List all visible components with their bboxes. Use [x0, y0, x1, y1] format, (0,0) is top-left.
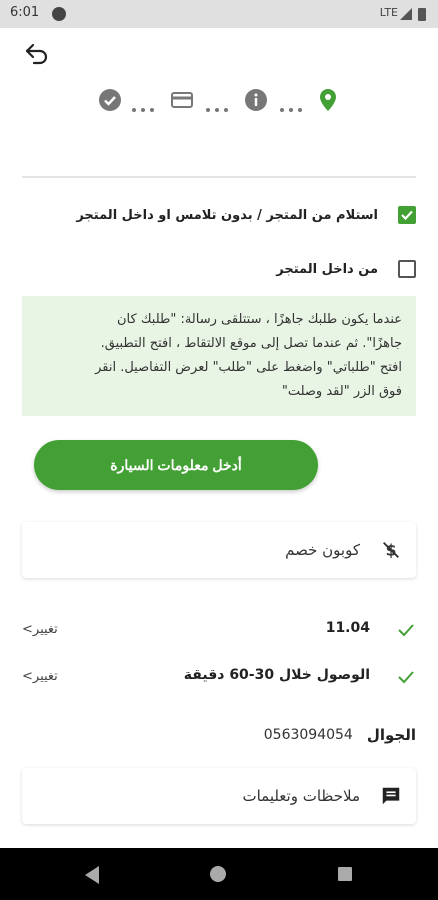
pickup-time-value: 11.04	[325, 620, 370, 636]
info-line: عندما يكون طلبك جاهزًا ، ستتلقى رسالة: "…	[116, 312, 402, 327]
option-inside-store[interactable]: من داخل المتجر	[276, 260, 416, 278]
nav-home-icon[interactable]	[210, 866, 226, 882]
phone-label: الجوال	[366, 726, 416, 744]
store-pickup-label: استلام من المتجر / بدون تلامس او داخل ال…	[76, 207, 378, 223]
status-bar: 6:01 LTE	[0, 0, 438, 28]
phone-row: الجوال 0563094054	[264, 726, 416, 744]
back-button[interactable]	[22, 38, 52, 68]
step-connector	[280, 97, 308, 112]
message-icon	[382, 787, 400, 805]
phone-value[interactable]: 0563094054	[264, 727, 353, 743]
divider	[22, 176, 416, 178]
signal-icon	[400, 8, 412, 20]
check-icon	[398, 624, 414, 637]
info-line: جاهزًا". ثم عندما تصل إلى موقع الالتقاط …	[100, 336, 402, 351]
info-line: فوق الزر "لقد وصلت"	[281, 384, 402, 399]
info-line: افتح "طلباتي" واضغط على "طلب" لعرض التفا…	[95, 360, 402, 375]
coupon-card[interactable]: $ كوبون خصم	[22, 522, 416, 578]
location-pin-icon	[320, 89, 336, 111]
check-circle-icon	[99, 89, 121, 111]
system-nav-bar	[0, 848, 438, 900]
network-type: LTE	[379, 6, 398, 19]
info-icon	[245, 89, 267, 111]
status-time: 6:01	[10, 5, 40, 20]
inside-store-label: من داخل المتجر	[276, 261, 378, 277]
option-store-pickup[interactable]: استلام من المتجر / بدون تلامس او داخل ال…	[76, 206, 416, 224]
nav-recents-icon[interactable]	[338, 867, 352, 881]
change-arrival-link[interactable]: تغيير>	[22, 669, 58, 684]
app-notification-icon	[52, 7, 66, 21]
back-arrow-icon	[25, 43, 48, 65]
notes-label: ملاحظات وتعليمات	[242, 787, 360, 805]
check-icon	[398, 671, 414, 684]
step-connector	[132, 97, 160, 112]
check-icon	[401, 210, 413, 221]
nav-back-icon[interactable]	[85, 866, 99, 884]
notes-card[interactable]: ملاحظات وتعليمات	[22, 768, 416, 824]
step-connector	[206, 97, 234, 112]
arrival-value: الوصول خلال 30-60 دقيقة	[183, 667, 370, 683]
coupon-label: كوبون خصم	[285, 541, 360, 559]
checkout-steps	[98, 86, 343, 114]
inside-store-checkbox[interactable]	[398, 260, 416, 278]
pickup-time-row: 11.04 تغيير>	[22, 616, 416, 644]
coupon-off-icon: $	[383, 542, 399, 560]
pickup-info-box: عندما يكون طلبك جاهزًا ، ستتلقى رسالة: "…	[22, 296, 416, 416]
change-time-link[interactable]: تغيير>	[22, 622, 58, 637]
arrival-row: الوصول خلال 30-60 دقيقة تغيير>	[22, 663, 416, 691]
enter-car-info-button[interactable]: أدخل معلومات السيارة	[34, 440, 318, 490]
card-icon	[171, 92, 193, 108]
store-pickup-checkbox[interactable]	[398, 206, 416, 224]
battery-icon	[418, 8, 426, 21]
